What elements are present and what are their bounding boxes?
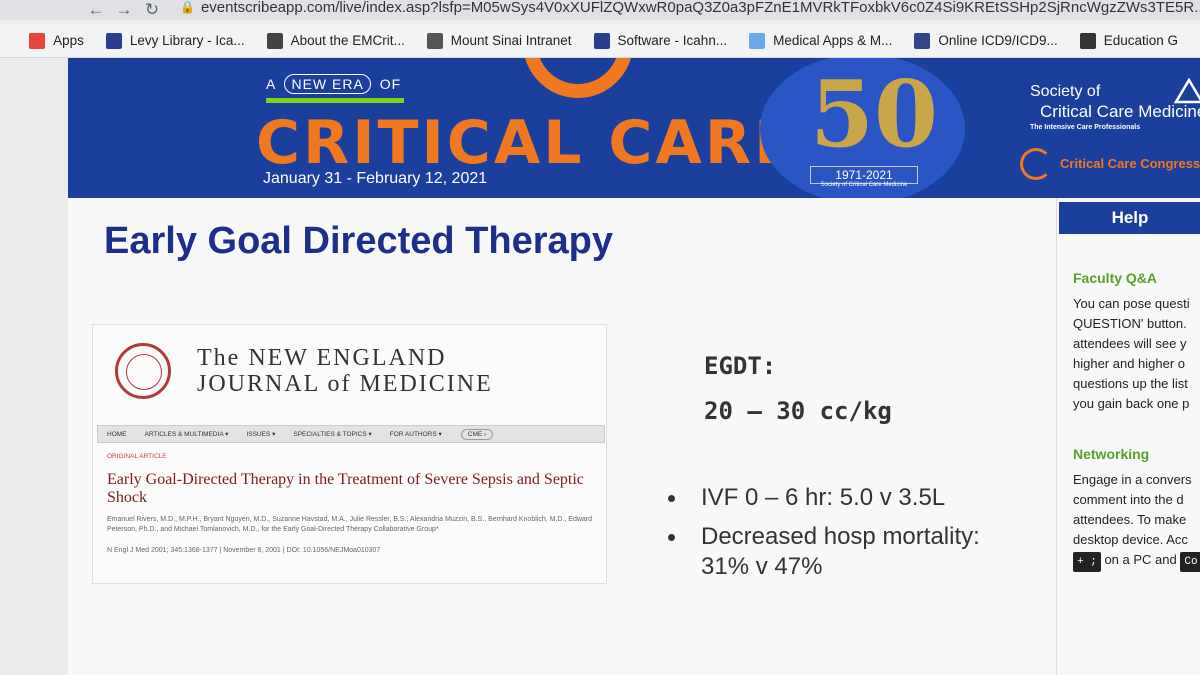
journal-nav-item: HOME [107, 430, 127, 438]
bookmark-label: Levy Library - Ica... [129, 33, 245, 48]
bullet-item: IVF 0 – 6 hr: 5.0 v 3.5L [668, 483, 1028, 513]
help-text-line: you gain back one p [1073, 396, 1190, 411]
screenshot: ← → ↻ 🔒 eventscribeapp.com/live/index.as… [0, 0, 1200, 675]
journal-nav: HOME ARTICLES & MULTIMEDIA ▾ ISSUES ▾ SPECI… [97, 425, 605, 443]
journal-seal-icon [115, 343, 171, 399]
url-text: eventscribeapp.com/live/index.asp?lsfp=M… [200, 0, 1200, 16]
article-section: ORIGINAL ARTICLE [107, 453, 167, 460]
page-content: A NEW ERA OF CRITICAL CARE January 31 - … [0, 58, 1200, 675]
help-text-line: You can pose questi [1073, 296, 1190, 311]
conference-banner: A NEW ERA OF CRITICAL CARE January 31 - … [68, 58, 1200, 198]
bookmark-label: About the EMCrit... [290, 33, 405, 48]
journal-name-line1: The NEW ENGLAND [197, 345, 447, 371]
article-citation: N Engl J Med 2001; 345:1368-1377 | Novem… [107, 547, 381, 554]
bookmark-icon [914, 32, 931, 49]
egdt-dose: 20 – 30 cc/kg [704, 397, 892, 425]
bookmark-item[interactable]: Education G [1079, 32, 1178, 49]
help-header[interactable]: Help [1059, 202, 1200, 234]
bookmark-item[interactable]: Medical Apps & M... [749, 32, 893, 49]
egdt-label: EGDT: [704, 352, 777, 380]
slide-bullets: IVF 0 – 6 hr: 5.0 v 3.5L Decreased hosp … [668, 483, 1028, 591]
lock-icon: 🔒 [180, 0, 195, 14]
networking-heading: Networking [1073, 446, 1150, 462]
decorative-ring [523, 58, 633, 98]
org-name-line1: Society of [1030, 83, 1101, 100]
anniversary-number: 50 [810, 60, 939, 168]
help-text-line: Engage in a convers [1073, 472, 1192, 487]
congress-name: Critical Care Congress [1060, 156, 1200, 171]
bookmark-label: Education G [1103, 33, 1178, 48]
shortcut-line: + ; on a PC and Co [1073, 550, 1200, 572]
presentation-slide: Early Goal Directed Therapy The NEW ENGL… [68, 198, 1056, 675]
bookmark-icon [426, 32, 443, 49]
address-bar[interactable]: 🔒 eventscribeapp.com/live/index.asp?lsfp… [180, 0, 1200, 18]
bookmark-label: Software - Icahn... [617, 33, 728, 48]
bookmark-icon [593, 32, 610, 49]
journal-article-screenshot: The NEW ENGLAND JOURNAL of MEDICINE HOME… [92, 324, 607, 584]
anniversary-sub: Society of Critical Care Medicine [820, 182, 908, 188]
congress-logo-icon [1020, 148, 1052, 180]
article-title: Early Goal-Directed Therapy in the Treat… [107, 471, 584, 506]
bookmark-label: Online ICD9/ICD9... [938, 33, 1058, 48]
back-icon[interactable]: ← [82, 0, 110, 20]
bullet-text: Decreased hosp mortality: 31% v 47% [701, 523, 980, 580]
help-text-line: comment into the d [1073, 492, 1184, 507]
banner-dates: January 31 - February 12, 2021 [263, 170, 488, 187]
help-text-line: QUESTION' button. [1073, 316, 1187, 331]
help-text-line: attendees. To make [1073, 512, 1187, 527]
bullet-dot-icon [668, 495, 675, 502]
tagline-a: A [266, 76, 276, 92]
forward-icon[interactable]: → [110, 0, 138, 20]
banner-title: CRITICAL CARE [256, 108, 799, 178]
article-authors: Emanuel Rivers, M.D., M.P.H., Bryant Ngu… [107, 516, 593, 533]
help-text-line: questions up the list [1073, 376, 1188, 391]
faculty-qa-heading: Faculty Q&A [1073, 270, 1158, 286]
help-panel: Help Faculty Q&A You can pose questi QUES… [1056, 198, 1200, 675]
browser-toolbar: ← → ↻ 🔒 eventscribeapp.com/live/index.as… [0, 0, 1200, 20]
bookmark-label: Apps [53, 33, 84, 48]
bullet-item: Decreased hosp mortality: 31% v 47% [668, 522, 1028, 582]
bullet-text: IVF 0 – 6 hr: 5.0 v 3.5L [701, 484, 946, 511]
help-text-line: higher and higher o [1073, 356, 1186, 371]
bookmark-item[interactable]: Levy Library - Ica... [105, 32, 245, 49]
journal-nav-item: FOR AUTHORS ▾ [389, 431, 442, 438]
bookmark-icon [266, 32, 283, 49]
help-text-line: attendees will see y [1073, 336, 1187, 351]
bookmark-item[interactable]: Apps [29, 32, 84, 49]
help-text-line: desktop device. Acc [1073, 532, 1188, 547]
journal-name-line2: JOURNAL of MEDICINE [197, 371, 493, 397]
bookmark-label: Mount Sinai Intranet [450, 33, 572, 48]
tagline-new-era: NEW ERA [284, 74, 371, 94]
tagline-of: OF [379, 76, 402, 92]
bookmark-item[interactable]: Mount Sinai Intranet [426, 32, 572, 49]
journal-nav-item: SPECIALTIES & TOPICS ▾ [293, 431, 372, 438]
journal-nav-item: ARTICLES & MULTIMEDIA ▾ [144, 431, 229, 438]
bookmark-icon [29, 32, 46, 49]
bullet-dot-icon [668, 534, 675, 541]
tagline-underline [266, 98, 404, 103]
org-name-line2: Critical Care Medicine [1040, 102, 1200, 121]
banner-tagline: A NEW ERA OF [266, 74, 402, 94]
reload-icon[interactable]: ↻ [138, 0, 166, 20]
bookmark-item[interactable]: Online ICD9/ICD9... [914, 32, 1058, 49]
bookmark-icon [105, 32, 122, 49]
bookmarks-bar: Apps Levy Library - Ica... About the EMCri… [0, 24, 1200, 58]
shortcut-key: + ; [1073, 552, 1101, 572]
journal-nav-item: ISSUES ▾ [246, 431, 276, 438]
shortcut-key-2: Co [1180, 552, 1200, 572]
bookmark-label: Medical Apps & M... [773, 33, 893, 48]
shortcut-text: on a PC and [1104, 552, 1177, 567]
bookmark-icon [749, 32, 766, 49]
journal-nav-item: CME › [460, 428, 494, 440]
bookmark-item[interactable]: Software - Icahn... [593, 32, 728, 49]
bookmark-icon [1079, 32, 1096, 49]
bookmark-item[interactable]: About the EMCrit... [266, 32, 405, 49]
org-tagline: The Intensive Care Professionals [1030, 124, 1141, 131]
slide-title: Early Goal Directed Therapy [104, 220, 613, 262]
sccm-logo-icon [1174, 78, 1200, 104]
